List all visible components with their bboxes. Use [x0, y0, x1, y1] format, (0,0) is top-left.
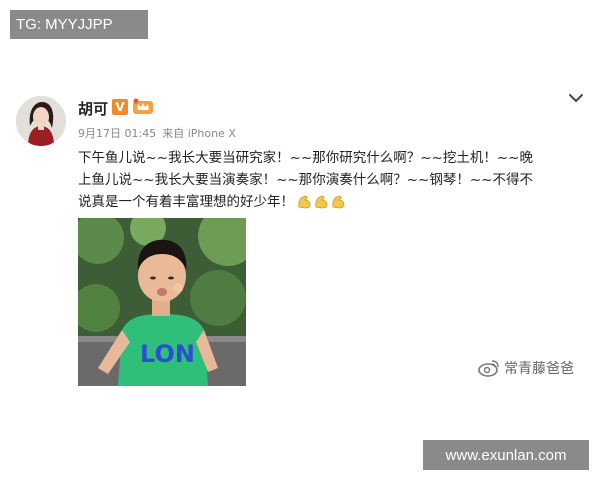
emoji-group: [296, 193, 346, 209]
post-text-line-last: 说真是一个有着丰富理想的好少年！: [78, 191, 584, 213]
post-text-line: 上鱼儿说~~我长大要当演奏家！~~那你演奏什么啊？~~钢琴！~~不得不: [78, 172, 533, 188]
verified-v-badge: V: [112, 99, 128, 115]
shirt-text: LON: [140, 340, 195, 368]
post-text-line: 下午鱼儿说~~我长大要当研究家！~~那你研究什么啊？~~挖土机！~~晚: [78, 150, 533, 166]
strong-arm-emoji-icon: [315, 195, 328, 209]
avatar[interactable]: [16, 96, 66, 146]
tg-overlay-label: TG: MYYJJPP: [10, 10, 148, 39]
watermark-account: 常青藤爸爸: [504, 361, 574, 377]
post-photo[interactable]: LON: [78, 218, 246, 386]
weibo-logo-icon: [478, 360, 499, 377]
chevron-down-icon[interactable]: [568, 92, 584, 104]
username[interactable]: 胡可: [78, 98, 108, 119]
post-date: 9月17日 01:45: [78, 127, 157, 140]
post-text-line: 说真是一个有着丰富理想的好少年！: [78, 194, 294, 210]
strong-arm-emoji-icon: [298, 195, 311, 209]
weibo-watermark: 常青藤爸爸: [478, 358, 574, 378]
post-meta: 9月17日 01:45 来自 iPhone X: [78, 125, 236, 141]
site-overlay-label: www.exunlan.com: [423, 440, 589, 470]
member-crown-icon: [133, 98, 153, 114]
avatar-portrait-image: [16, 96, 66, 146]
boy-photo-image: LON: [78, 218, 246, 386]
post-text: 下午鱼儿说~~我长大要当研究家！~~那你研究什么啊？~~挖土机！~~晚 上鱼儿说…: [78, 147, 584, 213]
post-source[interactable]: 来自 iPhone X: [162, 125, 236, 141]
weibo-post-card: 胡可 V 9月17日 01:45 来自 iPhone X 下午鱼儿说~~我长大要…: [0, 74, 600, 414]
strong-arm-emoji-icon: [332, 195, 345, 209]
